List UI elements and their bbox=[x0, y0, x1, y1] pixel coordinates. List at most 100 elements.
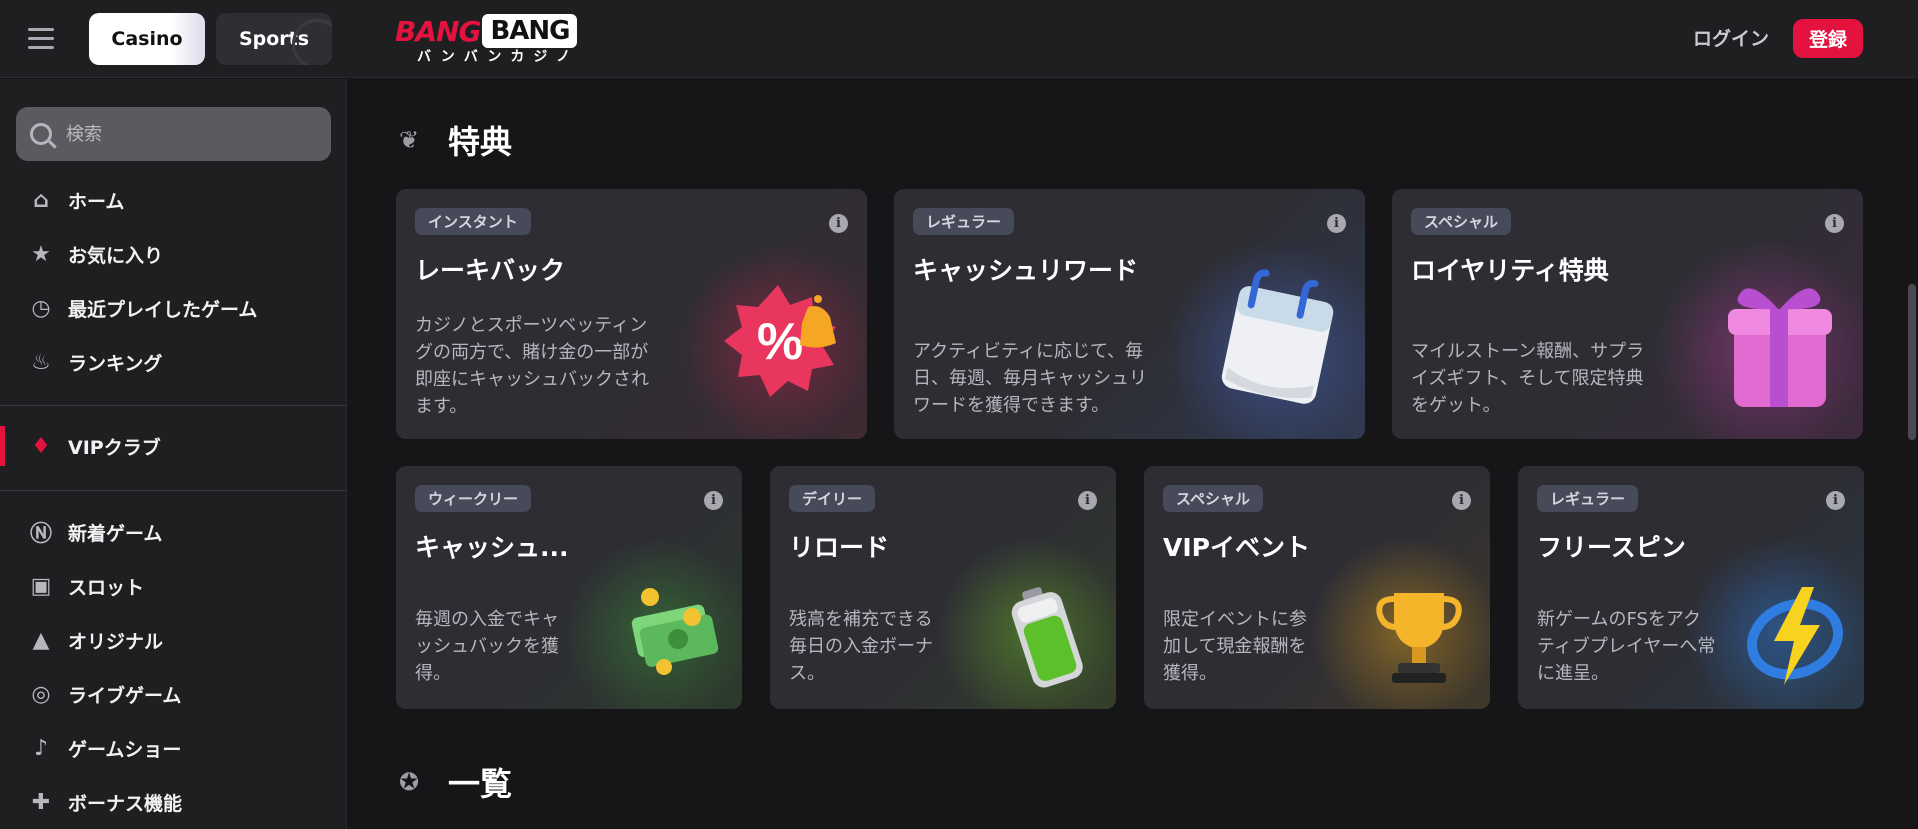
slot-machine-icon: ▣ bbox=[30, 573, 52, 599]
card-title: キャッシュ... bbox=[415, 533, 569, 562]
section-header-overview: ✪ 一覧 bbox=[394, 759, 512, 805]
sidebar-item-originals[interactable]: ▲ オリジナル bbox=[0, 620, 346, 660]
card-tag: インスタント bbox=[415, 208, 531, 235]
info-icon[interactable]: i bbox=[1452, 491, 1471, 510]
battery-icon bbox=[996, 581, 1096, 691]
card-description: カジノとスポーツベッティングの両方で、賭け金の一部が即座にキャッシュバックされま… bbox=[415, 315, 649, 417]
card-description: 毎週の入金でキャッシュバックを獲得。 bbox=[415, 609, 559, 684]
section-title: 一覧 bbox=[448, 765, 513, 803]
tab-casino[interactable]: Casino bbox=[89, 13, 205, 65]
card-title: VIPイベント bbox=[1163, 533, 1310, 562]
card-title: ロイヤリティ特典 bbox=[1411, 256, 1609, 285]
sidebar-item-label: ボーナス機能 bbox=[68, 792, 183, 815]
sidebar-item-live-games[interactable]: ◎ ライブゲーム bbox=[0, 674, 346, 714]
info-icon[interactable]: i bbox=[1826, 491, 1845, 510]
card-title: リロード bbox=[789, 533, 890, 562]
star-icon: ★ bbox=[31, 241, 51, 267]
perk-card-free-spins[interactable]: レギュラー i フリースピン 新ゲームのFSをアクティブプレイヤーへ常に進呈。 bbox=[1518, 466, 1864, 709]
money-stack-icon bbox=[620, 581, 730, 681]
info-icon[interactable]: i bbox=[1327, 214, 1346, 233]
card-tag: スペシャル bbox=[1411, 208, 1511, 235]
card-tag: レギュラー bbox=[913, 208, 1015, 235]
card-description: マイルストーン報酬、サプライズギフト、そして限定特典をゲット。 bbox=[1411, 341, 1645, 416]
chip-icon: ◎ bbox=[31, 681, 51, 707]
trophy-icon bbox=[1364, 581, 1474, 691]
rocket-icon: ▲ bbox=[32, 627, 50, 653]
sidebar-item-label: ホーム bbox=[68, 190, 125, 213]
svg-text:%: % bbox=[757, 313, 803, 371]
top-bar: Casino Sports BANG BANG バンバンカジノ ログイン 登録 bbox=[0, 0, 1918, 78]
card-tag: スペシャル bbox=[1163, 485, 1263, 512]
search-icon bbox=[30, 123, 52, 145]
sidebar-item-label: ライブゲーム bbox=[68, 684, 182, 707]
info-icon[interactable]: i bbox=[829, 214, 848, 233]
sidebar-item-label: 新着ゲーム bbox=[68, 522, 163, 545]
clock-icon: ◷ bbox=[31, 295, 51, 321]
login-link[interactable]: ログイン bbox=[1693, 24, 1769, 51]
logo-subtitle: バンバンカジノ bbox=[417, 49, 580, 65]
card-title: キャッシュリワード bbox=[913, 256, 1139, 285]
medal-icon: ✪ bbox=[398, 768, 420, 796]
divider bbox=[0, 490, 346, 491]
logo-word-left: BANG bbox=[395, 14, 481, 48]
sidebar-item-label: お気に入り bbox=[68, 244, 164, 267]
perk-card-loyalty[interactable]: スペシャル i ロイヤリティ特典 マイルストーン報酬、サプライズギフト、そして限… bbox=[1392, 189, 1863, 439]
calendar-icon bbox=[1212, 267, 1342, 417]
search-input[interactable] bbox=[66, 123, 306, 145]
section-header-perks: ❦ 特典 bbox=[394, 117, 512, 163]
sidebar-item-home[interactable]: ⌂ ホーム bbox=[0, 180, 346, 220]
card-title: レーキバック bbox=[415, 256, 566, 285]
info-icon[interactable]: i bbox=[704, 491, 723, 510]
percent-badge-bell-icon: % bbox=[718, 277, 848, 407]
logo[interactable]: BANG BANG バンバンカジノ bbox=[395, 14, 613, 66]
sidebar-item-label: スロット bbox=[68, 576, 145, 599]
home-icon: ⌂ bbox=[33, 187, 49, 213]
sidebar-item-label: VIPクラブ bbox=[68, 436, 161, 459]
scrollbar-thumb[interactable] bbox=[1908, 284, 1916, 440]
new-badge-icon: Ⓝ bbox=[29, 522, 52, 547]
sidebar-item-ranking[interactable]: ♨ ランキング bbox=[0, 342, 346, 382]
card-description: 新ゲームのFSをアクティブプレイヤーへ常に進呈。 bbox=[1537, 609, 1716, 684]
sidebar-item-favorites[interactable]: ★ お気に入り bbox=[0, 234, 346, 274]
card-description: アクティビティに応じて、毎日、毎週、毎月キャッシュリワードを獲得できます。 bbox=[913, 341, 1147, 416]
sidebar-item-label: オリジナル bbox=[68, 630, 164, 653]
divider bbox=[0, 405, 346, 406]
sidebar-item-slots[interactable]: ▣ スロット bbox=[0, 566, 346, 606]
laurel-icon: ❦ bbox=[398, 126, 420, 154]
flame-icon: ♨ bbox=[31, 349, 51, 375]
sidebar-item-label: ランキング bbox=[68, 352, 163, 375]
card-tag: レギュラー bbox=[1537, 485, 1639, 512]
card-title: フリースピン bbox=[1537, 533, 1686, 562]
perk-card-weekly-cashback[interactable]: ウィークリー i キャッシュ... 毎週の入金でキャッシュバックを獲得。 bbox=[396, 466, 742, 709]
logo-word-right: BANG bbox=[482, 14, 578, 48]
sidebar-item-bonus-features[interactable]: ✚ ボーナス機能 bbox=[0, 782, 346, 822]
card-tag: デイリー bbox=[789, 485, 876, 512]
gift-box-icon bbox=[1712, 269, 1842, 419]
ball-icon bbox=[292, 19, 332, 65]
diamond-icon: ♦ bbox=[31, 433, 51, 459]
info-icon[interactable]: i bbox=[1825, 214, 1844, 233]
register-button[interactable]: 登録 bbox=[1793, 19, 1863, 58]
sidebar-item-recent[interactable]: ◷ 最近プレイしたゲーム bbox=[0, 288, 346, 328]
sidebar-item-label: ゲームショー bbox=[68, 738, 182, 761]
perk-card-vip-event[interactable]: スペシャル i VIPイベント 限定イベントに参加して現金報酬を獲得。 bbox=[1144, 466, 1490, 709]
lightning-icon bbox=[1740, 581, 1850, 691]
sidebar-item-game-shows[interactable]: ♪ ゲームショー bbox=[0, 728, 346, 768]
gift-icon: ✚ bbox=[31, 789, 51, 815]
perk-card-reload[interactable]: デイリー i リロード 残高を補充できる毎日の入金ボーナス。 bbox=[770, 466, 1116, 709]
sidebar-item-new-games[interactable]: Ⓝ 新着ゲーム bbox=[0, 512, 346, 552]
tab-sports[interactable]: Sports bbox=[216, 13, 332, 65]
sidebar-item-label: 最近プレイしたゲーム bbox=[68, 298, 258, 321]
card-description: 残高を補充できる毎日の入金ボーナス。 bbox=[789, 609, 933, 684]
perk-card-cash-rewards[interactable]: レギュラー i キャッシュリワード アクティビティに応じて、毎日、毎週、毎月キャ… bbox=[894, 189, 1365, 439]
info-icon[interactable]: i bbox=[1078, 491, 1097, 510]
search-box[interactable] bbox=[16, 107, 331, 161]
card-tag: ウィークリー bbox=[415, 485, 532, 512]
perk-card-rakeback[interactable]: インスタント i レーキバック カジノとスポーツベッティングの両方で、賭け金の一… bbox=[396, 189, 867, 439]
main-content: ❦ 特典 インスタント i レーキバック カジノとスポーツベッティングの両方で、… bbox=[348, 79, 1918, 829]
page-title: 特典 bbox=[448, 123, 513, 161]
sidebar: ⌂ ホーム ★ お気に入り ◷ 最近プレイしたゲーム ♨ ランキング ♦ VIP… bbox=[0, 79, 347, 829]
microphone-icon: ♪ bbox=[33, 735, 49, 761]
menu-icon[interactable] bbox=[28, 28, 54, 50]
sidebar-item-vip[interactable]: ♦ VIPクラブ bbox=[0, 426, 346, 466]
